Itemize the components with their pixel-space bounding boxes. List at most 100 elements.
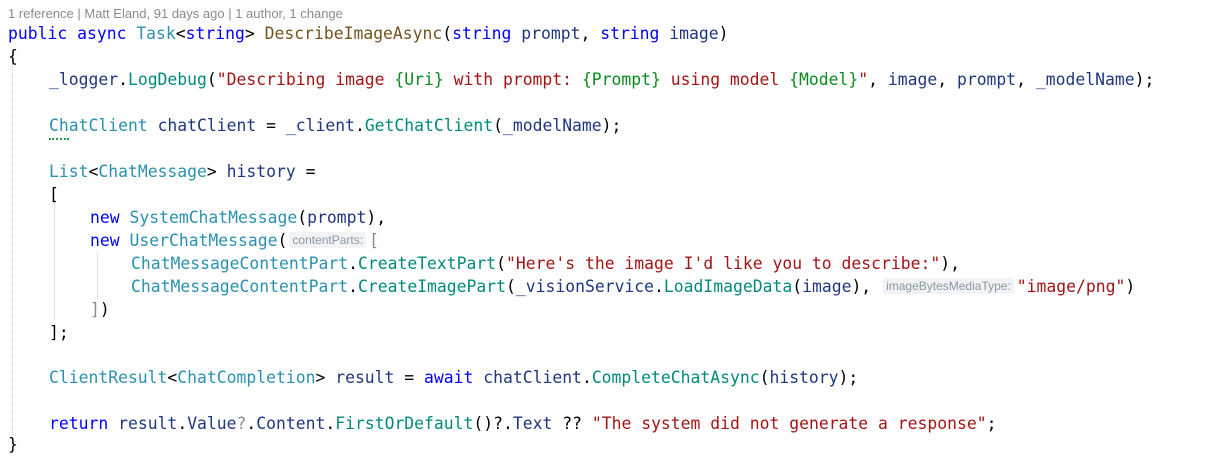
punctuation: () xyxy=(473,414,494,433)
code-line-4[interactable]: ChatClient chatClient = _client.GetChatC… xyxy=(49,114,621,137)
indent-guide xyxy=(12,60,13,435)
punctuation: ( xyxy=(493,116,503,135)
string-literal: "image/png" xyxy=(1016,277,1126,296)
argument: prompt xyxy=(956,70,1017,89)
method-name: DescribeImageAsync xyxy=(264,24,443,43)
method-name: LoadImageData xyxy=(663,277,793,296)
code-line-2[interactable]: { xyxy=(8,45,18,68)
punctuation: , xyxy=(937,70,957,89)
type-name: ChatClient xyxy=(49,116,148,135)
code-line-9[interactable]: ChatMessageContentPart.CreateTextPart("H… xyxy=(131,252,960,275)
close-bracket: ] xyxy=(49,323,59,342)
type-name: ChatMessage xyxy=(98,162,207,181)
punctuation: > xyxy=(206,162,217,181)
code-line-1[interactable]: public async Task<string> DescribeImageA… xyxy=(8,22,729,45)
method-name: LogDebug xyxy=(127,70,207,89)
open-bracket: [ xyxy=(369,231,379,250)
parameter-inlay-hint: imageBytesMediaType: xyxy=(883,278,1014,294)
type-name: ChatMessageContentPart xyxy=(131,254,349,273)
code-editor[interactable]: 1 reference | Matt Eland, 91 days ago | … xyxy=(0,0,1212,460)
indent-guide xyxy=(97,252,98,299)
code-line-13[interactable]: ClientResult<ChatCompletion> result = aw… xyxy=(49,366,858,389)
punctuation: ( xyxy=(496,254,507,273)
string-literal: " xyxy=(858,70,869,89)
operator: = xyxy=(295,162,316,181)
punctuation: > xyxy=(244,24,255,43)
punctuation: . xyxy=(654,277,664,296)
field-name: _logger xyxy=(49,70,119,89)
punctuation: . xyxy=(581,368,592,387)
method-name: CreateTextPart xyxy=(357,254,497,273)
type-name: SystemChatMessage xyxy=(129,208,298,227)
punctuation: ( xyxy=(206,70,217,89)
type-name: ChatCompletion xyxy=(177,368,316,387)
close-brace: } xyxy=(8,435,18,454)
code-line-8[interactable]: new UserChatMessage(contentParts:[ xyxy=(90,229,379,252)
code-line-5[interactable]: List<ChatMessage> history = xyxy=(49,160,316,183)
punctuation: ) xyxy=(718,24,729,43)
property-name: Content xyxy=(256,414,326,433)
punctuation: ; xyxy=(58,323,69,342)
method-name: GetChatClient xyxy=(364,116,494,135)
code-line-7[interactable]: new SystemChatMessage(prompt), xyxy=(90,206,386,229)
keyword: async xyxy=(77,24,127,43)
type-name: List xyxy=(49,162,89,181)
operator: = xyxy=(256,116,286,135)
punctuation: . xyxy=(325,414,336,433)
argument: _modelName xyxy=(502,116,602,135)
method-name: FirstOrDefault xyxy=(335,414,474,433)
punctuation: < xyxy=(175,24,186,43)
variable-name: chatClient xyxy=(483,368,582,387)
punctuation: . xyxy=(354,116,365,135)
code-line-14[interactable]: return result.Value?.Content.FirstOrDefa… xyxy=(49,412,996,435)
property-name: Text xyxy=(512,414,553,433)
string-placeholder: {Model} xyxy=(789,70,859,89)
method-name: CreateImagePart xyxy=(357,277,507,296)
punctuation: . xyxy=(246,414,257,433)
type-name: Task xyxy=(136,24,176,43)
codelens-references-link[interactable]: 1 reference xyxy=(8,6,74,21)
code-line-6[interactable]: [ xyxy=(49,183,59,206)
type-name: ClientResult xyxy=(49,368,168,387)
parameter-name: prompt xyxy=(521,24,581,43)
punctuation: ( xyxy=(506,277,516,296)
variable-name: chatClient xyxy=(157,116,257,135)
variable-name: history xyxy=(226,162,296,181)
punctuation: ); xyxy=(1134,70,1155,89)
codelens-author-link[interactable]: Matt Eland, 91 days ago xyxy=(84,6,224,21)
null-conditional-operator: ? xyxy=(236,414,247,433)
code-line-10[interactable]: ChatMessageContentPart.CreateImagePart(_… xyxy=(131,275,1135,298)
string-literal: "The system did not generate a response" xyxy=(591,414,987,433)
code-line-15[interactable]: } xyxy=(8,433,18,456)
type-name: ChatMessageContentPart xyxy=(131,277,349,296)
code-line-12[interactable]: ]; xyxy=(49,321,69,344)
punctuation: ( xyxy=(297,208,308,227)
punctuation: ); xyxy=(838,368,859,387)
method-name: CompleteChatAsync xyxy=(591,368,760,387)
argument: history xyxy=(769,368,839,387)
punctuation: < xyxy=(167,368,178,387)
suggestion-squiggle[interactable] xyxy=(49,135,69,140)
punctuation: ), xyxy=(366,208,387,227)
punctuation: < xyxy=(88,162,99,181)
code-line-11[interactable]: ]) xyxy=(90,298,110,321)
punctuation: ( xyxy=(442,24,453,43)
punctuation: . xyxy=(118,70,128,89)
field-name: _visionService xyxy=(515,277,655,296)
punctuation: ; xyxy=(986,414,997,433)
null-conditional-operator: ? xyxy=(493,414,504,433)
punctuation: , xyxy=(580,24,601,43)
code-line-3[interactable]: _logger.LogDebug("Describing image {Uri}… xyxy=(49,68,1154,91)
codelens-changes-link[interactable]: 1 author, 1 change xyxy=(235,6,343,21)
codelens-bar: 1 reference | Matt Eland, 91 days ago | … xyxy=(8,6,343,22)
punctuation: ( xyxy=(792,277,803,296)
string-literal: "Describing image xyxy=(216,70,395,89)
punctuation: ), xyxy=(940,254,960,273)
punctuation: ), xyxy=(851,277,872,296)
